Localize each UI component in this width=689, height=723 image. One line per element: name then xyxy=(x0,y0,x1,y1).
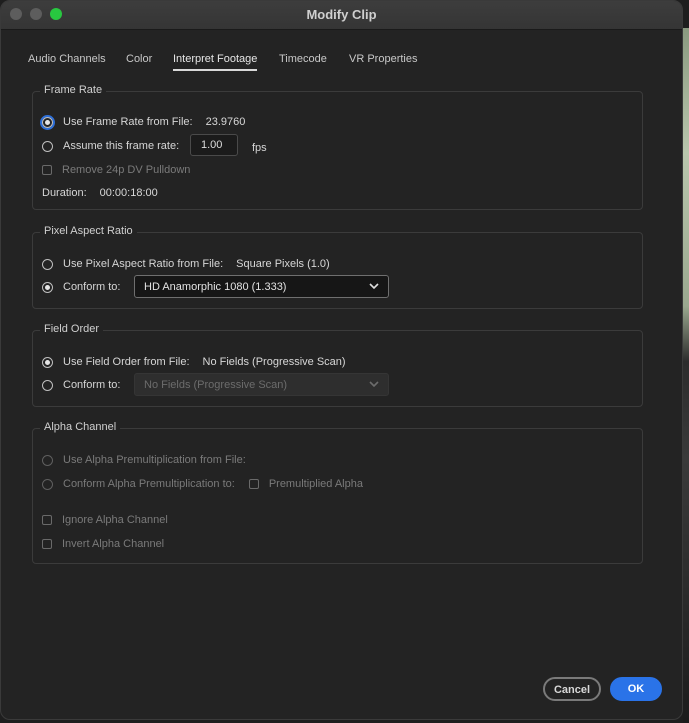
field-order-heading: Field Order xyxy=(40,323,104,335)
use-frame-rate-from-file-radio[interactable] xyxy=(42,116,53,128)
fps-unit-label: fps xyxy=(252,142,267,154)
alpha-channel-heading: Alpha Channel xyxy=(40,421,121,433)
invert-alpha-checkbox[interactable] xyxy=(42,539,52,549)
use-frame-rate-from-file-option[interactable]: Use Frame Rate from File: 23.9760 xyxy=(42,113,245,131)
conform-pixel-aspect-label: Conform to: xyxy=(63,281,121,293)
remove-pulldown-label: Remove 24p DV Pulldown xyxy=(62,164,191,176)
window-title: Modify Clip xyxy=(306,7,377,22)
conform-field-order-option[interactable]: Conform to: xyxy=(42,376,120,394)
field-order-conform-dropdown: No Fields (Progressive Scan) xyxy=(134,373,389,396)
file-pixel-aspect-value: Square Pixels (1.0) xyxy=(236,258,330,270)
premultiplied-alpha-label: Premultiplied Alpha xyxy=(268,478,363,490)
use-alpha-from-file-label: Use Alpha Premultiplication from File: xyxy=(63,454,246,466)
use-alpha-from-file-option: Use Alpha Premultiplication from File: xyxy=(42,451,246,469)
remove-pulldown-option: Remove 24p DV Pulldown xyxy=(42,161,190,179)
assume-frame-rate-option[interactable]: Assume this frame rate: xyxy=(42,137,179,155)
duration-value: 00:00:18:00 xyxy=(99,187,158,199)
ignore-alpha-option[interactable]: Ignore Alpha Channel xyxy=(42,511,168,529)
modify-clip-dialog: Modify Clip Audio Channels Color Interpr… xyxy=(0,0,683,720)
pixel-aspect-conform-value: HD Anamorphic 1080 (1.333) xyxy=(144,281,287,293)
conform-field-order-radio[interactable] xyxy=(42,379,53,391)
file-field-order-value: No Fields (Progressive Scan) xyxy=(202,356,346,368)
cancel-button[interactable]: Cancel xyxy=(543,677,601,701)
conform-pixel-aspect-option[interactable]: Conform to: xyxy=(42,278,120,296)
pixel-aspect-conform-dropdown[interactable]: HD Anamorphic 1080 (1.333) xyxy=(134,275,389,298)
frame-rate-heading: Frame Rate xyxy=(40,84,107,96)
tab-vr-properties[interactable]: VR Properties xyxy=(349,53,417,69)
use-alpha-from-file-radio[interactable] xyxy=(42,454,53,466)
use-frame-rate-from-file-label: Use Frame Rate from File: xyxy=(63,116,193,128)
conform-alpha-label: Conform Alpha Premultiplication to: xyxy=(63,478,235,490)
conform-alpha-option: Conform Alpha Premultiplication to: Prem… xyxy=(42,475,363,493)
tab-interpret-footage[interactable]: Interpret Footage xyxy=(173,53,258,71)
tab-color[interactable]: Color xyxy=(126,53,152,69)
conform-alpha-radio[interactable] xyxy=(42,478,53,490)
use-pixel-aspect-from-file-option[interactable]: Use Pixel Aspect Ratio from File: Square… xyxy=(42,255,330,273)
use-pixel-aspect-from-file-radio[interactable] xyxy=(42,258,53,270)
field-order-conform-value: No Fields (Progressive Scan) xyxy=(144,379,288,391)
assume-frame-rate-input[interactable]: 1.00 xyxy=(190,134,238,156)
pixel-aspect-ratio-heading: Pixel Aspect Ratio xyxy=(40,225,137,237)
premultiplied-alpha-checkbox[interactable] xyxy=(248,479,259,489)
use-pixel-aspect-from-file-label: Use Pixel Aspect Ratio from File: xyxy=(63,258,224,270)
chevron-down-icon xyxy=(369,283,379,290)
chevron-down-icon xyxy=(369,381,379,388)
ignore-alpha-checkbox[interactable] xyxy=(42,515,52,525)
remove-pulldown-checkbox[interactable] xyxy=(42,165,52,175)
invert-alpha-label: Invert Alpha Channel xyxy=(62,538,165,550)
assume-frame-rate-radio[interactable] xyxy=(42,140,53,152)
conform-field-order-label: Conform to: xyxy=(63,379,121,391)
tab-audio-channels[interactable]: Audio Channels xyxy=(28,53,106,69)
use-field-order-from-file-radio[interactable] xyxy=(42,356,53,368)
conform-pixel-aspect-radio[interactable] xyxy=(42,281,53,293)
assume-frame-rate-label: Assume this frame rate: xyxy=(63,140,180,152)
file-frame-rate-value: 23.9760 xyxy=(205,116,246,128)
duration-row: Duration: 00:00:18:00 xyxy=(42,184,158,202)
invert-alpha-option[interactable]: Invert Alpha Channel xyxy=(42,535,164,553)
duration-label: Duration: xyxy=(42,187,87,199)
tab-timecode[interactable]: Timecode xyxy=(279,53,327,69)
use-field-order-from-file-option[interactable]: Use Field Order from File: No Fields (Pr… xyxy=(42,353,346,371)
ignore-alpha-label: Ignore Alpha Channel xyxy=(62,514,168,526)
ok-button[interactable]: OK xyxy=(610,677,662,701)
use-field-order-from-file-label: Use Field Order from File: xyxy=(63,356,190,368)
titlebar: Modify Clip xyxy=(1,1,682,30)
desktop-background xyxy=(683,28,689,723)
